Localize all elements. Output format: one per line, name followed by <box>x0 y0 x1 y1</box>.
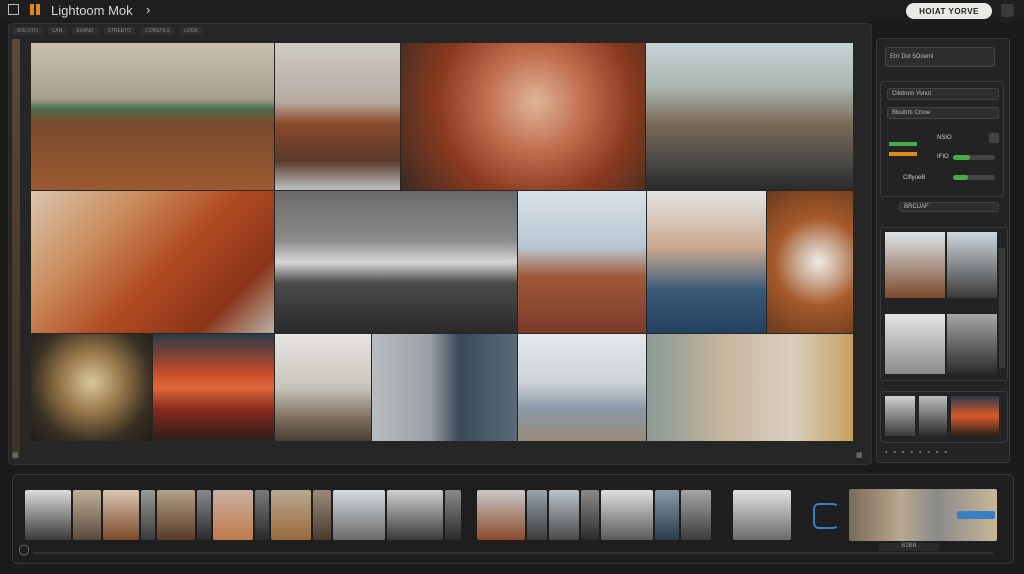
film-thumb-13[interactable] <box>445 490 461 540</box>
control-label-3: CiflyoeB <box>903 175 926 181</box>
preview-section <box>880 227 1008 381</box>
preview-thumb-1[interactable] <box>885 232 945 298</box>
mini-thumbs <box>880 391 1008 443</box>
filmstrip-toggle-icon[interactable] <box>19 545 29 555</box>
grid-icon[interactable]: ▦ <box>12 451 19 459</box>
photo-tile-bw-mountains[interactable] <box>275 191 517 333</box>
film-thumb-19[interactable] <box>655 490 679 540</box>
film-thumb-11[interactable] <box>333 490 385 540</box>
tab-2[interactable]: CAN <box>47 27 67 35</box>
film-thumb-10[interactable] <box>313 490 331 540</box>
preview-thumb-3[interactable] <box>885 314 945 374</box>
filmstrip-counter: B2BB <box>879 543 939 551</box>
flag-icon <box>30 4 40 15</box>
photo-tile-desert-plain[interactable] <box>31 43 274 190</box>
tab-4[interactable]: STREETO <box>103 27 136 35</box>
film-thumb-12[interactable] <box>387 490 443 540</box>
tab-3[interactable]: EXAND <box>72 27 98 35</box>
film-thumb-8[interactable] <box>255 490 269 540</box>
photo-tile-mountain-peak[interactable] <box>275 43 400 190</box>
film-thumb-1[interactable] <box>25 490 71 540</box>
film-thumb-2[interactable] <box>73 490 101 540</box>
left-scrollbar[interactable] <box>12 39 20 459</box>
zoom-control[interactable]: BRCUAF <box>899 202 999 212</box>
photo-tile-bench-hall[interactable] <box>518 334 646 441</box>
photo-tile-man-yellow-hat[interactable] <box>31 334 152 441</box>
tab-strip: SOLOTO CAN EXAND STREETO CONSTILS LOOK <box>13 26 202 36</box>
preview-thumb-4[interactable] <box>947 314 997 374</box>
film-thumb-4[interactable] <box>141 490 155 540</box>
photo-tile-city-street[interactable] <box>646 43 853 190</box>
photo-tile-red-cliffs[interactable] <box>31 191 274 333</box>
section1-dropdown[interactable]: Cilotrom Yonut <box>887 88 999 100</box>
film-thumb-7[interactable] <box>213 490 253 540</box>
chevron-right-icon[interactable]: › <box>146 2 150 17</box>
preview-thumb-2[interactable] <box>947 232 997 298</box>
photo-tile-woman-coat[interactable] <box>518 191 646 333</box>
tab-1[interactable]: SOLOTO <box>13 27 42 35</box>
photo-tile-sunset-rocks[interactable] <box>153 334 274 441</box>
tone-swatch <box>889 142 917 146</box>
film-thumb-14[interactable] <box>477 490 525 540</box>
control-label-2: IFIO <box>937 154 949 160</box>
slider-2[interactable] <box>953 175 995 180</box>
main-panel: SOLOTO CAN EXAND STREETO CONSTILS LOOK ▦… <box>8 23 872 465</box>
progress-bar <box>957 511 995 519</box>
mode-button[interactable]: HOIAT YORVE <box>906 3 992 19</box>
film-thumb-20[interactable] <box>681 490 711 540</box>
right-panel: Etrr Dot 5Ooeml Cilotrom Yonut Bbuitrm C… <box>876 38 1010 463</box>
mini-thumb-1[interactable] <box>885 396 915 436</box>
mini-thumb-2[interactable] <box>919 396 947 436</box>
expand-icon[interactable]: ▦ <box>856 451 863 459</box>
control-label-1: NSIO <box>937 135 952 141</box>
photo-tile-copper-abstract[interactable] <box>767 191 853 333</box>
section2-dropdown[interactable]: Bbuitrm Cmoe <box>887 107 999 119</box>
filmstrip-scrollbar[interactable] <box>33 552 993 554</box>
film-thumb-17[interactable] <box>581 490 599 540</box>
filmstrip-color-strip <box>849 489 997 541</box>
preset-selector[interactable]: Etrr Dot 5Ooeml <box>885 47 995 67</box>
film-thumb-3[interactable] <box>103 490 139 540</box>
spinner-icon <box>813 503 839 529</box>
settings-icon[interactable] <box>1001 4 1014 17</box>
window-icon[interactable] <box>8 4 19 15</box>
film-thumb-18[interactable] <box>601 490 653 540</box>
film-thumb-15[interactable] <box>527 490 547 540</box>
tone-swatch-orange <box>889 152 917 156</box>
photo-tile-building-facade[interactable] <box>372 334 517 441</box>
photo-tile-woman-scarf[interactable] <box>647 191 766 333</box>
photo-tile-street-man[interactable] <box>647 334 853 441</box>
photo-tile-portrait-redhair[interactable] <box>401 43 645 190</box>
film-thumb-5[interactable] <box>157 490 195 540</box>
tab-5[interactable]: CONSTILS <box>141 27 175 35</box>
film-thumb-6[interactable] <box>197 490 211 540</box>
checkbox-1[interactable] <box>989 133 999 143</box>
app-title: Lightoom Mok <box>51 3 133 18</box>
filmstrip: B2BB <box>12 474 1014 564</box>
preview-scrollbar[interactable] <box>999 248 1005 368</box>
top-bar: Lightoom Mok › HOIAT YORVE <box>0 0 1024 22</box>
settings-section: Cilotrom Yonut Bbuitrm Cmoe NSIO IFIO Ci… <box>880 81 1004 197</box>
photo-grid <box>31 43 853 441</box>
film-thumb-21[interactable] <box>733 490 791 540</box>
photo-tile-bare-tree[interactable] <box>275 334 371 441</box>
mini-thumb-3[interactable] <box>951 396 999 436</box>
film-thumb-9[interactable] <box>271 490 311 540</box>
panel-toolbar: ▪▪▪▪▪▪▪▪ <box>885 449 953 456</box>
slider-1[interactable] <box>953 155 995 160</box>
tab-6[interactable]: LOOK <box>180 27 202 35</box>
film-thumb-16[interactable] <box>549 490 579 540</box>
